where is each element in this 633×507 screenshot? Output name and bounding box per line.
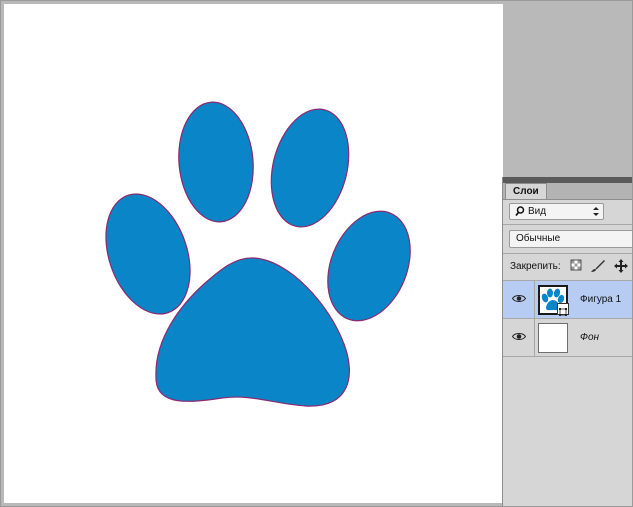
layer-filter-value: Вид (528, 206, 547, 217)
layer-visibility-toggle[interactable] (503, 281, 535, 318)
layers-panel: Слои Вид Обычные Закрепить: Фигура 1 Фон (502, 177, 633, 507)
lock-row: Закрепить: (503, 257, 633, 277)
layer-row-shape-1[interactable]: Фигура 1 (503, 281, 633, 319)
blend-mode-select[interactable]: Обычные (509, 230, 633, 248)
blend-mode-value: Обычные (516, 233, 561, 244)
paw-toe-right-outer (327, 210, 411, 322)
lock-label: Закрепить: (510, 261, 561, 272)
layer-name[interactable]: Фигура 1 (580, 294, 621, 305)
paw-toe-right-inner (270, 108, 350, 228)
divider (503, 253, 633, 254)
eye-icon (512, 295, 526, 302)
document-canvas[interactable] (4, 4, 503, 503)
paw-toe-left-inner (178, 101, 254, 223)
vector-mask-icon (557, 303, 569, 316)
eye-icon (512, 333, 526, 340)
layer-visibility-toggle[interactable] (503, 319, 535, 356)
search-icon (515, 206, 525, 217)
layer-row-background[interactable]: Фон (503, 319, 633, 357)
chevron-up-down-icon (593, 207, 599, 216)
layer-thumbnail[interactable] (538, 323, 568, 353)
panel-tab-bar: Слои (503, 183, 633, 200)
lock-transparent-pixels-icon[interactable] (570, 259, 582, 271)
divider (503, 224, 633, 225)
lock-image-pixels-icon[interactable] (590, 259, 606, 273)
layer-filter-select[interactable]: Вид (509, 203, 604, 220)
tab-layers[interactable]: Слои (505, 183, 547, 199)
paw-print-shape[interactable] (4, 4, 503, 503)
lock-position-icon[interactable] (614, 259, 628, 273)
layer-name[interactable]: Фон (580, 332, 599, 343)
